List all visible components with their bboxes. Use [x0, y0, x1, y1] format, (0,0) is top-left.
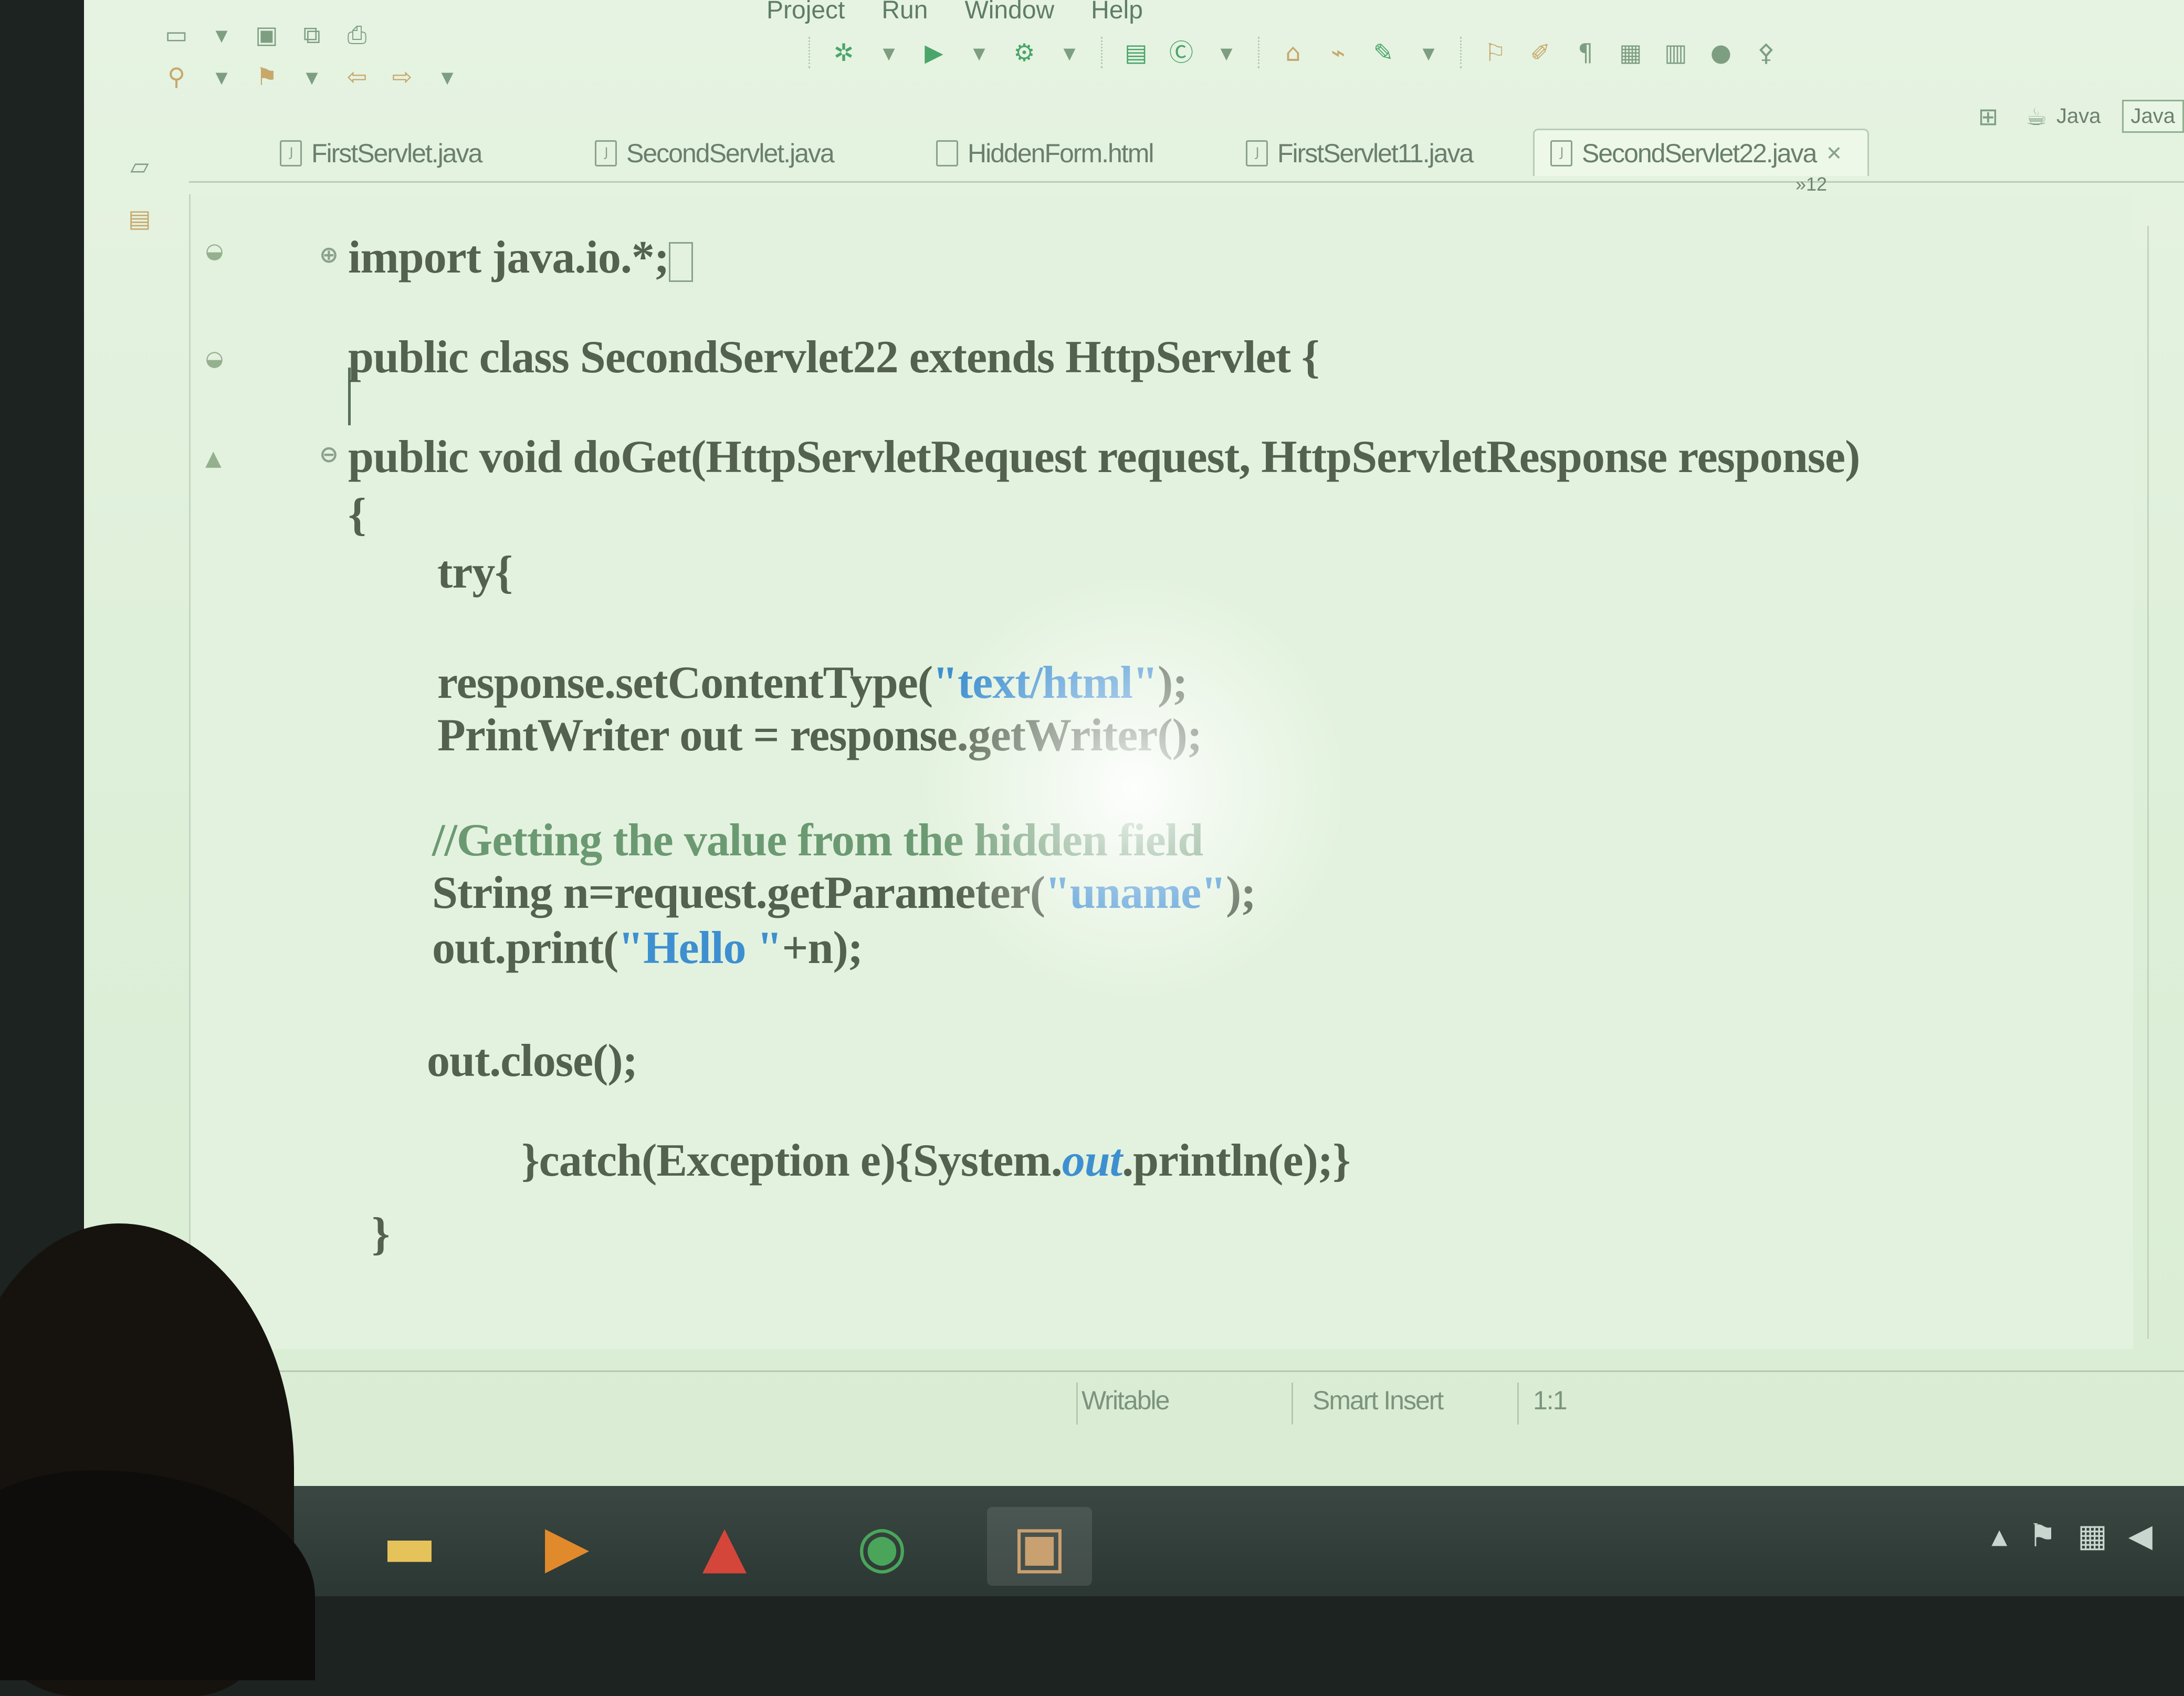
code-line-out-print: out.print("Hello "+n); — [432, 922, 863, 975]
restore-icon[interactable]: ▱ — [126, 152, 153, 180]
forward-icon[interactable]: ⇨ — [388, 63, 416, 90]
code-line-open-brace: { — [348, 488, 366, 541]
save-all-icon[interactable]: ⧉ — [298, 21, 326, 48]
print-icon[interactable]: ⎙ — [343, 21, 371, 48]
code-line-class: public class SecondServlet22 extends Htt… — [348, 331, 1319, 384]
status-bar: Writable Smart Insert 1:1 — [84, 1370, 2184, 1430]
network-icon[interactable]: ▦ — [2077, 1517, 2107, 1554]
tab-second-servlet[interactable]: J SecondServlet.java — [578, 129, 851, 176]
eclipse-window: Project Run Window Help ▭ ▾ ▣ ⧉ ⎙ ⚲ ▾ ⚑ … — [84, 0, 2184, 1596]
media-player-icon[interactable]: ▶ — [514, 1507, 620, 1586]
dropdown-icon[interactable]: ▾ — [965, 39, 993, 66]
editor-tab-bar: J FirstServlet.java J SecondServlet.java… — [189, 118, 2184, 183]
html-file-icon — [936, 140, 958, 166]
code-line-method: ⊖public void doGet(HttpServletRequest re… — [348, 431, 1860, 484]
menu-run[interactable]: Run — [881, 0, 928, 21]
menu-help[interactable]: Help — [1091, 0, 1143, 21]
dropdown-icon[interactable]: ▾ — [208, 21, 235, 48]
java-file-icon: J — [1246, 140, 1268, 166]
code-line-out-close: out.close(); — [427, 1034, 637, 1087]
java-file-icon: J — [1550, 140, 1572, 166]
dropdown-icon[interactable]: ▾ — [1415, 39, 1442, 66]
toolbar: ▭ ▾ ▣ ⧉ ⎙ ⚲ ▾ ⚑ ▾ ⇦ ⇨ ▾ ✲ ▾ ▶ ▾ ⚙ ▾ ▤ Ⓒ … — [84, 21, 2184, 126]
tab-second-servlet-22[interactable]: J SecondServlet22.java ✕ — [1533, 129, 1869, 176]
back-icon[interactable]: ⇦ — [343, 63, 371, 90]
code-line-comment: //Getting the value from the hidden fiel… — [432, 814, 1203, 867]
chrome-icon[interactable]: ◉ — [830, 1507, 934, 1586]
taskbar: ▬ ▶ ▲ ◉ ▣ ▴ ⚑ ▦ ◀ — [84, 1486, 2184, 1596]
expand-icon[interactable]: ⊕ — [319, 242, 338, 268]
new-icon[interactable]: ▭ — [163, 21, 190, 48]
collapse-icon[interactable]: ⊖ — [319, 441, 338, 468]
open-resource-icon[interactable]: ⌁ — [1325, 39, 1352, 66]
code-line-close-brace: } — [372, 1208, 390, 1261]
code-line-get-parameter: String n=request.getParameter("uname"); — [432, 866, 1256, 919]
tab-overflow-indicator[interactable]: »12 — [1796, 173, 1827, 195]
code-line-print-writer: PrintWriter out = response.getWriter(); — [437, 709, 1202, 762]
code-line-try: try{ — [437, 546, 512, 599]
toggle-mark-icon[interactable]: ⚐ — [1482, 39, 1509, 66]
app-icon[interactable]: ▣ — [987, 1507, 1092, 1586]
file-explorer-icon[interactable]: ▬ — [357, 1507, 462, 1586]
pin-icon[interactable]: ⚲ — [163, 63, 190, 90]
java-file-icon: J — [595, 140, 617, 166]
show-whitespace-icon[interactable]: ¶ — [1572, 39, 1599, 66]
open-type-icon[interactable]: ⌂ — [1279, 39, 1307, 66]
status-cursor-position: 1:1 — [1533, 1385, 1567, 1416]
menu-window[interactable]: Window — [964, 0, 1054, 21]
new-package-icon[interactable]: ▤ — [1122, 39, 1150, 66]
tab-first-servlet-11[interactable]: J FirstServlet11.java — [1228, 129, 1490, 176]
tab-first-servlet[interactable]: J FirstServlet.java — [262, 129, 499, 176]
flag-icon[interactable]: ⚑ — [2028, 1517, 2056, 1554]
vertical-scrollbar[interactable] — [2147, 226, 2170, 1339]
status-writable: Writable — [1082, 1385, 1169, 1416]
status-insert-mode: Smart Insert — [1312, 1385, 1443, 1416]
override-marker-icon: ◒ — [205, 239, 224, 263]
annotation-icon[interactable]: ⚑ — [253, 63, 280, 90]
tab-hidden-form[interactable]: HiddenForm.html — [919, 129, 1170, 176]
run-icon[interactable]: ▶ — [920, 39, 948, 66]
pin-editor-icon[interactable]: ⚴ — [1752, 39, 1780, 66]
highlight-icon[interactable]: ✐ — [1527, 39, 1554, 66]
code-editor[interactable]: ◒ ⊕import java.io.*; ◒ public class Seco… — [189, 194, 2133, 1349]
dropdown-icon[interactable]: ▾ — [1056, 39, 1083, 66]
dropdown-icon[interactable]: ▾ — [298, 63, 326, 90]
java-file-icon: J — [280, 140, 302, 166]
volume-icon[interactable]: ◀ — [2128, 1517, 2152, 1554]
new-class-icon[interactable]: Ⓒ — [1168, 39, 1195, 66]
method-marker-icon: ▲ — [205, 446, 222, 470]
dropdown-icon[interactable]: ▾ — [434, 63, 461, 90]
external-tools-icon[interactable]: ⚙ — [1011, 39, 1038, 66]
save-icon[interactable]: ▣ — [253, 21, 280, 48]
code-line-catch: }catch(Exception e){System.out.println(e… — [521, 1134, 1350, 1187]
code-line-import: ⊕import java.io.*; — [348, 231, 693, 284]
code-line-set-content-type: response.setContentType("text/html"); — [437, 656, 1188, 709]
show-hidden-icons-icon[interactable]: ▴ — [1991, 1517, 2007, 1554]
dropdown-icon[interactable]: ▾ — [208, 63, 235, 90]
dropdown-icon[interactable]: ▾ — [875, 39, 902, 66]
system-tray: ▴ ⚑ ▦ ◀ — [1991, 1517, 2152, 1554]
class-marker-icon: ◒ — [205, 347, 224, 371]
next-annotation-icon[interactable]: ▥ — [1662, 39, 1689, 66]
block-selection-icon[interactable]: ▦ — [1617, 39, 1644, 66]
menu-project[interactable]: Project — [766, 0, 845, 21]
package-explorer-icon[interactable]: ▤ — [126, 205, 153, 232]
close-icon[interactable]: ✕ — [1825, 142, 1841, 165]
paint-icon[interactable]: ▲ — [672, 1507, 777, 1586]
search-icon[interactable]: ✎ — [1370, 39, 1397, 66]
prev-annotation-icon[interactable]: ● — [1707, 39, 1735, 66]
debug-icon[interactable]: ✲ — [830, 39, 857, 66]
dropdown-icon[interactable]: ▾ — [1213, 39, 1240, 66]
